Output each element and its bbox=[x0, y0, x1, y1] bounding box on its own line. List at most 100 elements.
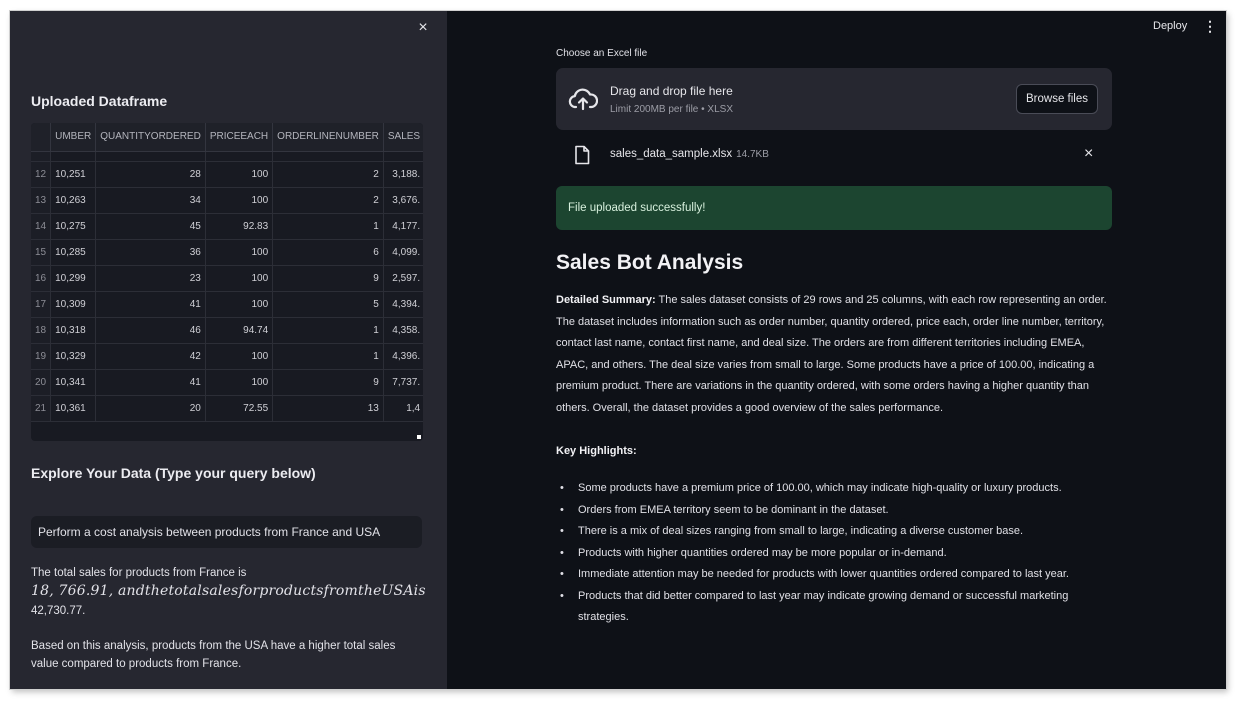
price-cell[interactable]: 100 bbox=[205, 369, 274, 396]
orderline-cell[interactable]: 1 bbox=[272, 343, 384, 370]
remove-file-button[interactable]: × bbox=[1084, 145, 1093, 163]
orderline-cell[interactable]: 13 bbox=[272, 395, 384, 422]
orderline-cell[interactable]: 6 bbox=[272, 239, 384, 266]
row-index[interactable]: 16 bbox=[31, 265, 52, 292]
uploaded-dataframe-heading: Uploaded Dataframe bbox=[31, 93, 168, 109]
ordernumber-cell[interactable]: 10,251 bbox=[50, 161, 97, 188]
orderline-cell[interactable]: 2 bbox=[272, 187, 384, 214]
table-row[interactable]: 17 10,309 41 100 5 4,394. bbox=[31, 291, 423, 318]
sales-cell[interactable]: 4,394. bbox=[383, 291, 423, 318]
quantity-cell[interactable]: 23 bbox=[95, 265, 206, 292]
column-header-index[interactable] bbox=[31, 123, 52, 152]
answer-line-1: The total sales for products from France… bbox=[31, 567, 247, 579]
sales-cell[interactable]: 4,358. bbox=[383, 317, 423, 344]
table-row[interactable]: 19 10,329 42 100 1 4,396. bbox=[31, 343, 423, 370]
file-dropzone[interactable]: Drag and drop file here Limit 200MB per … bbox=[556, 68, 1112, 130]
table-row[interactable]: 13 10,263 34 100 2 3,676. bbox=[31, 187, 423, 214]
sales-cell[interactable]: 3,676. bbox=[383, 187, 423, 214]
ordernumber-cell[interactable]: 10,309 bbox=[50, 291, 97, 318]
explore-heading: Explore Your Data (Type your query below… bbox=[31, 465, 316, 481]
price-cell[interactable]: 100 bbox=[205, 291, 274, 318]
ordernumber-cell[interactable]: 10,263 bbox=[50, 187, 97, 214]
row-index[interactable]: 20 bbox=[31, 369, 52, 396]
browse-files-button[interactable]: Browse files bbox=[1016, 84, 1098, 114]
sales-cell[interactable]: 4,099. bbox=[383, 239, 423, 266]
sales-cell[interactable]: 7,737. bbox=[383, 369, 423, 396]
app-window: × Uploaded Dataframe UMBER QUANTITYORDER… bbox=[10, 11, 1226, 689]
uploaded-file-row: sales_data_sample.xlsx 14.7KB × bbox=[556, 142, 1112, 168]
column-header-ordernumber[interactable]: UMBER bbox=[50, 123, 97, 152]
list-item: Products with higher quantities ordered … bbox=[556, 543, 1112, 565]
quantity-cell[interactable]: 20 bbox=[95, 395, 206, 422]
quantity-cell[interactable]: 28 bbox=[95, 161, 206, 188]
orderline-cell[interactable]: 1 bbox=[272, 317, 384, 344]
answer-line-3: 42,730.77. bbox=[31, 605, 86, 617]
resize-handle[interactable] bbox=[417, 435, 421, 439]
table-row[interactable]: 20 10,341 41 100 9 7,737. bbox=[31, 369, 423, 396]
orderline-cell[interactable]: 9 bbox=[272, 369, 384, 396]
ordernumber-cell[interactable]: 10,361 bbox=[50, 395, 97, 422]
orderline-cell[interactable]: 5 bbox=[272, 291, 384, 318]
row-index[interactable]: 19 bbox=[31, 343, 52, 370]
sales-cell[interactable]: 3,188. bbox=[383, 161, 423, 188]
ordernumber-cell[interactable]: 10,329 bbox=[50, 343, 97, 370]
summary-label: Detailed Summary: bbox=[556, 294, 656, 306]
row-index[interactable]: 13 bbox=[31, 187, 52, 214]
quantity-cell[interactable]: 41 bbox=[95, 369, 206, 396]
column-header-sales[interactable]: SALES bbox=[383, 123, 423, 152]
row-index[interactable]: 18 bbox=[31, 317, 52, 344]
file-size: 14.7KB bbox=[736, 149, 769, 160]
ordernumber-cell[interactable]: 10,318 bbox=[50, 317, 97, 344]
key-highlights-list: Some products have a premium price of 10… bbox=[556, 478, 1112, 629]
table-row[interactable]: 15 10,285 36 100 6 4,099. bbox=[31, 239, 423, 266]
quantity-cell[interactable]: 34 bbox=[95, 187, 206, 214]
list-item: Some products have a premium price of 10… bbox=[556, 478, 1112, 500]
close-sidebar-button[interactable]: × bbox=[414, 19, 432, 37]
orderline-cell[interactable]: 9 bbox=[272, 265, 384, 292]
ordernumber-cell[interactable]: 10,341 bbox=[50, 369, 97, 396]
ordernumber-cell[interactable]: 10,299 bbox=[50, 265, 97, 292]
orderline-cell[interactable]: 1 bbox=[272, 213, 384, 240]
orderline-cell[interactable]: 2 bbox=[272, 161, 384, 188]
query-input[interactable]: Perform a cost analysis between products… bbox=[31, 516, 422, 548]
price-cell[interactable]: 72.55 bbox=[205, 395, 274, 422]
row-index[interactable]: 15 bbox=[31, 239, 52, 266]
table-row[interactable]: 21 10,361 20 72.55 13 1,4 bbox=[31, 395, 423, 422]
column-header-priceeach[interactable]: PRICEEACH bbox=[205, 123, 274, 152]
price-cell[interactable]: 94.74 bbox=[205, 317, 274, 344]
quantity-cell[interactable]: 45 bbox=[95, 213, 206, 240]
table-row[interactable]: 14 10,275 45 92.83 1 4,177. bbox=[31, 213, 423, 240]
dropzone-instructions: Drag and drop file here bbox=[610, 84, 733, 98]
sales-cell[interactable]: 4,396. bbox=[383, 343, 423, 370]
price-cell[interactable]: 100 bbox=[205, 343, 274, 370]
column-header-quantityordered[interactable]: QUANTITYORDERED bbox=[95, 123, 206, 152]
key-highlights-heading: Key Highlights: bbox=[556, 445, 637, 457]
price-cell[interactable]: 100 bbox=[205, 265, 274, 292]
ordernumber-cell[interactable]: 10,275 bbox=[50, 213, 97, 240]
cloud-upload-icon bbox=[568, 88, 598, 111]
table-row[interactable]: 16 10,299 23 100 9 2,597. bbox=[31, 265, 423, 292]
ordernumber-cell[interactable]: 10,285 bbox=[50, 239, 97, 266]
price-cell[interactable]: 100 bbox=[205, 187, 274, 214]
quantity-cell[interactable]: 41 bbox=[95, 291, 206, 318]
price-cell[interactable]: 100 bbox=[205, 239, 274, 266]
column-header-orderlinenumber[interactable]: ORDERLINENUMBER bbox=[272, 123, 384, 152]
row-index[interactable]: 17 bbox=[31, 291, 52, 318]
sales-cell[interactable]: 1,4 bbox=[383, 395, 423, 422]
row-index[interactable]: 14 bbox=[31, 213, 52, 240]
row-index[interactable]: 12 bbox=[31, 161, 52, 188]
quantity-cell[interactable]: 42 bbox=[95, 343, 206, 370]
quantity-cell[interactable]: 46 bbox=[95, 317, 206, 344]
table-row[interactable]: 12 10,251 28 100 2 3,188. bbox=[31, 161, 423, 188]
table-row[interactable]: 18 10,318 46 94.74 1 4,358. bbox=[31, 317, 423, 344]
main-menu-icon[interactable]: ⋮ bbox=[1203, 18, 1217, 35]
price-cell[interactable]: 92.83 bbox=[205, 213, 274, 240]
file-name: sales_data_sample.xlsx 14.7KB bbox=[610, 148, 769, 160]
price-cell[interactable]: 100 bbox=[205, 161, 274, 188]
dataframe-table[interactable]: UMBER QUANTITYORDERED PRICEEACH ORDERLIN… bbox=[31, 123, 423, 441]
sales-cell[interactable]: 4,177. bbox=[383, 213, 423, 240]
row-index[interactable]: 21 bbox=[31, 395, 52, 422]
quantity-cell[interactable]: 36 bbox=[95, 239, 206, 266]
sales-cell[interactable]: 2,597. bbox=[383, 265, 423, 292]
deploy-button[interactable]: Deploy bbox=[1153, 20, 1187, 32]
